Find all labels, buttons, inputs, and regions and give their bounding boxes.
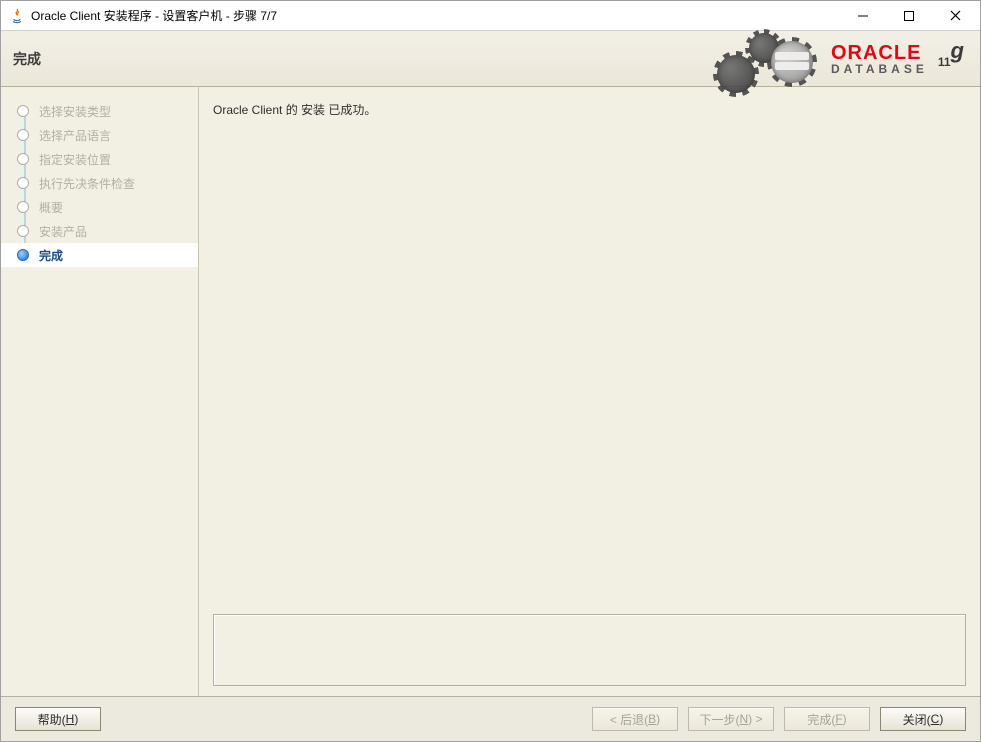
success-message: Oracle Client 的 安装 已成功。 xyxy=(213,101,966,118)
banner: 完成 ORACLE DATABASE 11g xyxy=(1,31,980,87)
btn-suffix: ) xyxy=(656,712,660,726)
footer: 帮助(H) < 后退(B) 下一步(N) > 完成(F) 关闭(C) xyxy=(1,697,980,741)
btn-text: < 后退( xyxy=(610,711,648,728)
step-label: 执行先决条件检查 xyxy=(39,175,135,192)
step-list: 选择安装类型 选择产品语言 指定安装位置 执行先决条件检查 概要 安装产品 完成 xyxy=(1,99,198,267)
step-label: 指定安装位置 xyxy=(39,151,111,168)
brand-main: ORACLE xyxy=(831,43,921,63)
bullet-icon xyxy=(17,129,29,141)
step-install-product: 安装产品 xyxy=(1,219,198,243)
step-label: 选择安装类型 xyxy=(39,103,111,120)
bullet-icon xyxy=(17,177,29,189)
window-title: Oracle Client 安装程序 - 设置客户机 - 步骤 7/7 xyxy=(31,7,840,24)
close-button[interactable] xyxy=(932,1,978,31)
btn-text: 完成( xyxy=(807,711,835,728)
btn-key: F xyxy=(835,712,842,726)
btn-suffix: ) > xyxy=(748,712,762,726)
sidebar: 选择安装类型 选择产品语言 指定安装位置 执行先决条件检查 概要 安装产品 完成 xyxy=(1,87,199,696)
version-main: 11 xyxy=(938,56,951,68)
btn-key: N xyxy=(739,712,748,726)
help-button[interactable]: 帮助(H) xyxy=(15,707,101,731)
minimize-button[interactable] xyxy=(840,1,886,31)
btn-key: H xyxy=(66,712,75,726)
gears-icon xyxy=(721,31,821,87)
btn-key: B xyxy=(648,712,656,726)
java-icon xyxy=(9,8,25,24)
bullet-icon xyxy=(17,105,29,117)
bullet-icon xyxy=(17,225,29,237)
btn-text: 帮助( xyxy=(38,711,66,728)
step-label: 概要 xyxy=(39,199,63,216)
btn-suffix: ) xyxy=(74,712,78,726)
banner-graphic: ORACLE DATABASE 11g xyxy=(721,31,980,87)
bullet-icon xyxy=(17,153,29,165)
step-prereq-check: 执行先决条件检查 xyxy=(1,171,198,195)
step-select-install-type: 选择安装类型 xyxy=(1,99,198,123)
page-title: 完成 xyxy=(13,49,41,69)
finish-button: 完成(F) xyxy=(784,707,870,731)
maximize-button[interactable] xyxy=(886,1,932,31)
btn-suffix: ) xyxy=(843,712,847,726)
step-label: 安装产品 xyxy=(39,223,87,240)
brand-sub: DATABASE xyxy=(831,63,928,75)
btn-key: C xyxy=(931,712,940,726)
btn-text: 关闭( xyxy=(903,711,931,728)
bullet-icon xyxy=(17,201,29,213)
version-logo: 11g xyxy=(938,48,964,70)
step-finish: 完成 xyxy=(1,243,198,267)
back-button: < 后退(B) xyxy=(592,707,678,731)
close-dialog-button[interactable]: 关闭(C) xyxy=(880,707,966,731)
btn-suffix: ) xyxy=(939,712,943,726)
step-label: 选择产品语言 xyxy=(39,127,111,144)
main-area: 选择安装类型 选择产品语言 指定安装位置 执行先决条件检查 概要 安装产品 完成… xyxy=(1,87,980,697)
oracle-logo: ORACLE DATABASE xyxy=(831,43,928,75)
btn-text: 下一步( xyxy=(699,711,739,728)
bullet-icon xyxy=(17,249,29,261)
titlebar: Oracle Client 安装程序 - 设置客户机 - 步骤 7/7 xyxy=(1,1,980,31)
step-label: 完成 xyxy=(39,247,63,264)
next-button: 下一步(N) > xyxy=(688,707,774,731)
step-specify-location: 指定安装位置 xyxy=(1,147,198,171)
content-pane: Oracle Client 的 安装 已成功。 xyxy=(199,87,980,696)
step-select-language: 选择产品语言 xyxy=(1,123,198,147)
version-suffix: g xyxy=(951,40,964,62)
log-box xyxy=(213,614,966,686)
step-summary: 概要 xyxy=(1,195,198,219)
